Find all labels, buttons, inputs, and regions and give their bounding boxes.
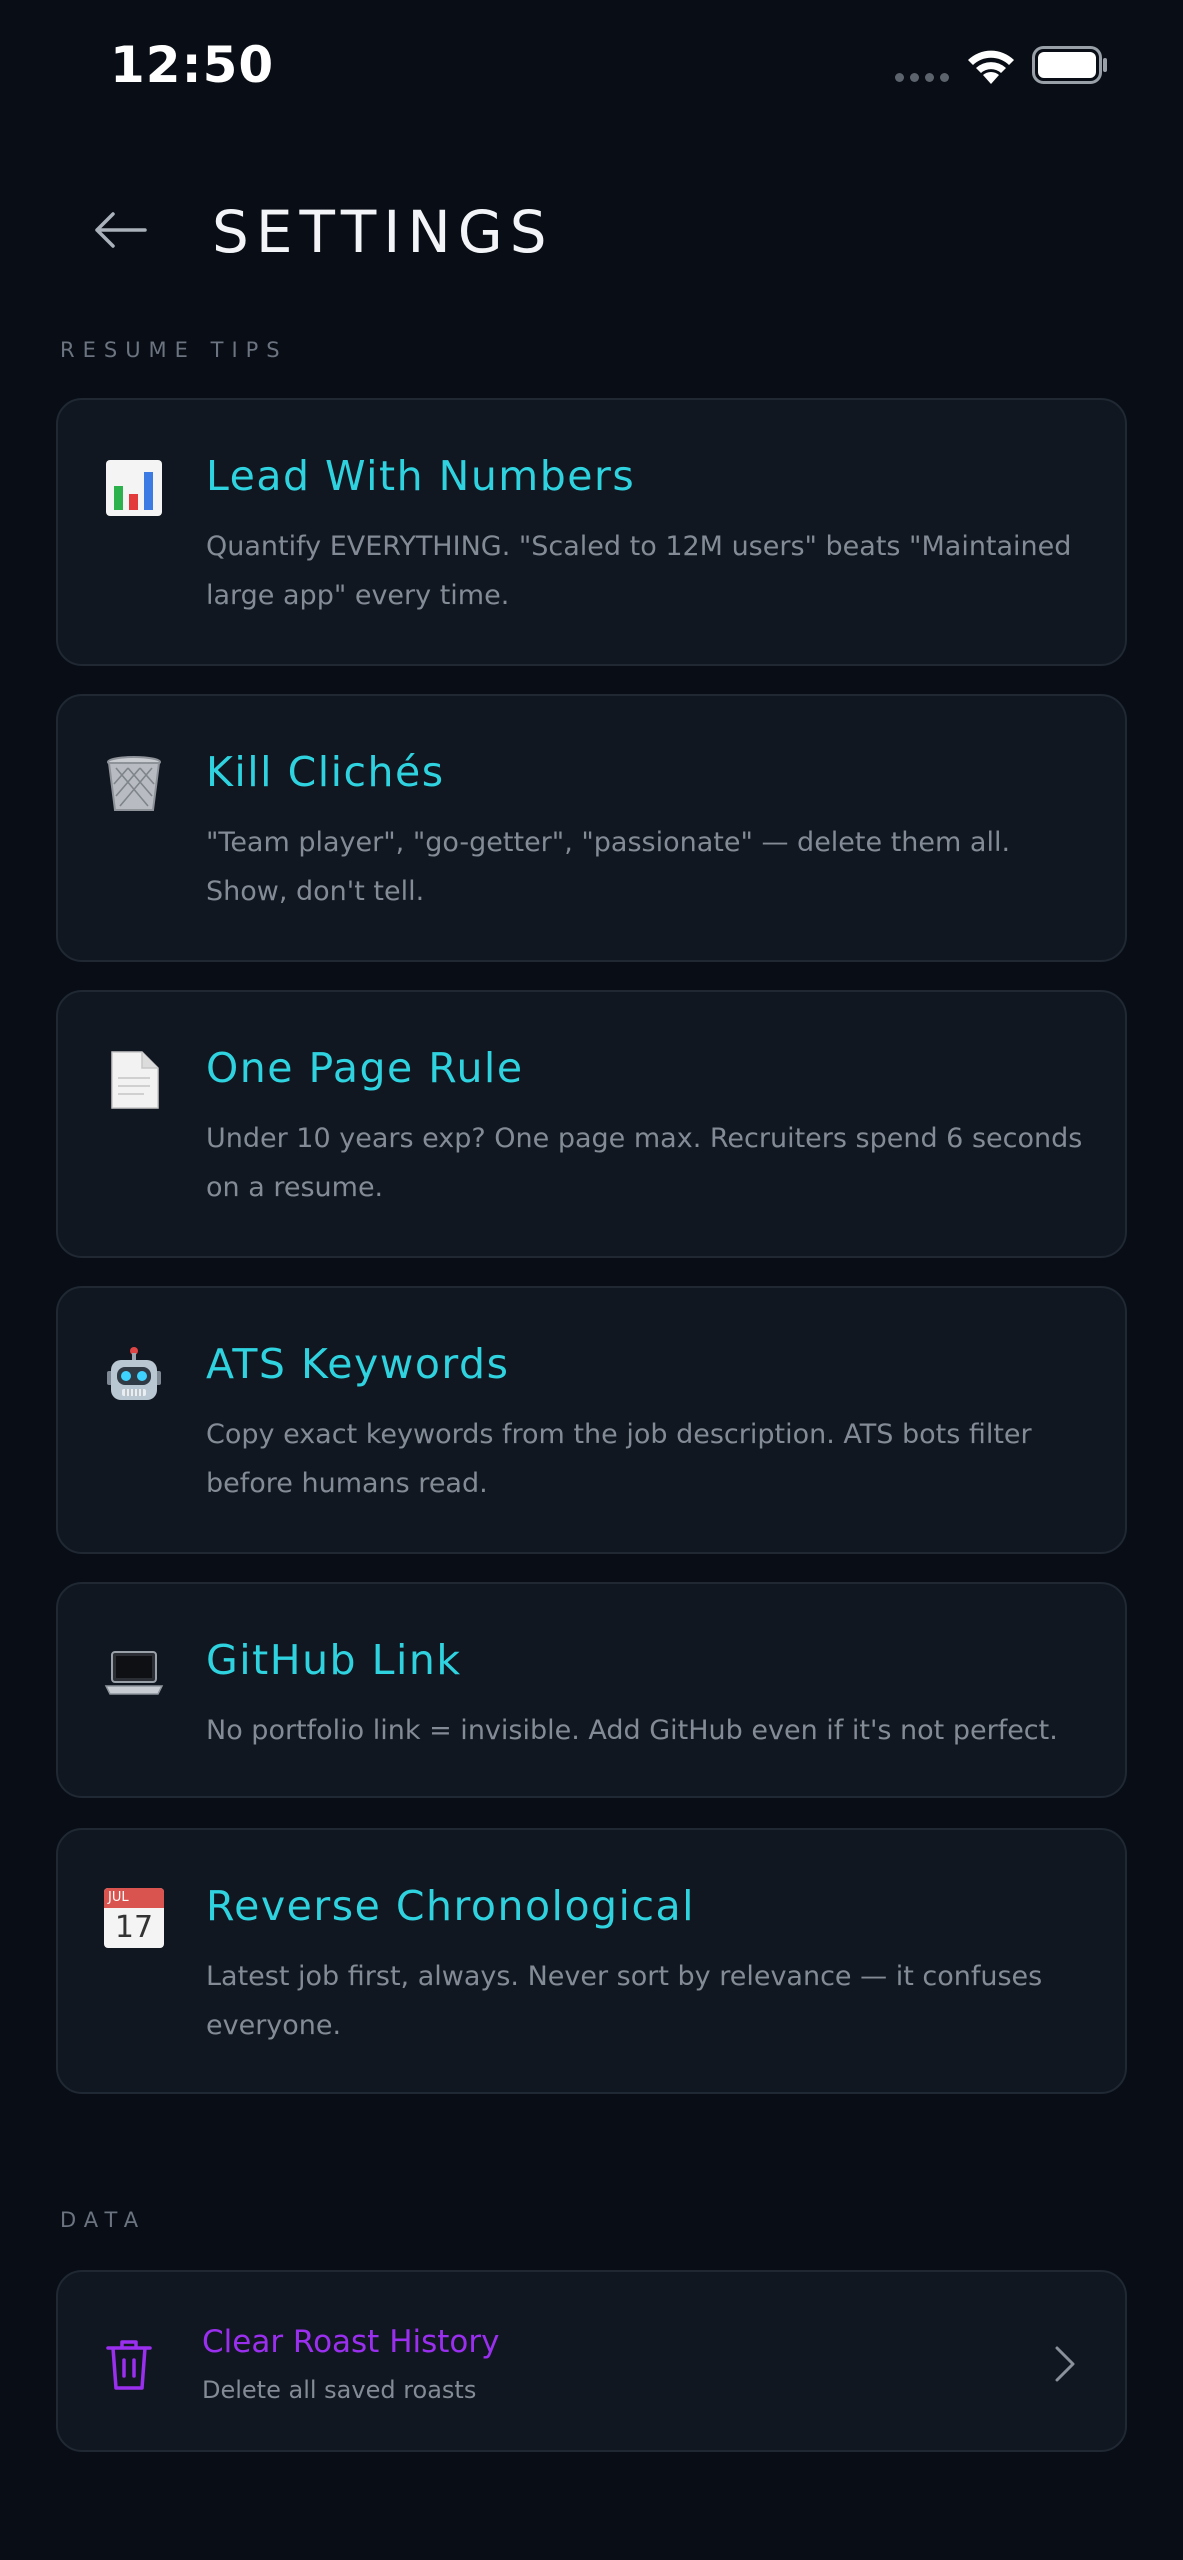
tip-description: Copy exact keywords from the job descrip… — [206, 1419, 1032, 1499]
calendar-day: 17 — [114, 1910, 154, 1945]
header: SETTINGS — [0, 180, 1183, 280]
cellular-signal-icon — [895, 73, 949, 82]
tip-description: Quantify EVERYTHING. "Scaled to 12M user… — [206, 531, 1072, 611]
tip-description: No portfolio link = invisible. Add GitHu… — [206, 1715, 1058, 1746]
clear-history-subtitle: Delete all saved roasts — [202, 2376, 477, 2404]
clear-history-title: Clear Roast History — [202, 2324, 500, 2360]
page-icon — [111, 1051, 159, 1109]
tip-title: Lead With Numbers — [206, 452, 636, 500]
robot-icon — [107, 1347, 161, 1400]
page-title: SETTINGS — [212, 198, 554, 266]
tip-title: Kill Clichés — [206, 748, 445, 796]
tip-card-lead-with-numbers: Lead With Numbers Quantify EVERYTHING. "… — [56, 398, 1127, 666]
calendar-month: JUL — [104, 1888, 164, 1908]
calendar-icon: JUL 17 — [104, 1888, 164, 1948]
wastebasket-icon — [107, 756, 161, 811]
bar-chart-icon — [106, 460, 162, 516]
tip-card-kill-cliches: Kill Clichés "Team player", "go-getter",… — [56, 694, 1127, 962]
tip-title: GitHub Link — [206, 1636, 462, 1684]
settings-screen: 12:50 SETTINGS RESUME TIPS Lead With Num… — [0, 0, 1183, 2560]
tip-card-github-link: GitHub Link No portfolio link = invisibl… — [56, 1582, 1127, 1798]
tip-description: "Team player", "go-getter", "passionate"… — [206, 827, 1011, 907]
status-bar: 12:50 — [0, 0, 1183, 135]
tip-description: Under 10 years exp? One page max. Recrui… — [206, 1123, 1083, 1203]
battery-icon — [1032, 46, 1107, 84]
arrow-left-icon — [95, 212, 147, 248]
section-label-data: DATA — [60, 2208, 147, 2232]
wifi-icon — [968, 50, 1014, 84]
tip-title: One Page Rule — [206, 1044, 524, 1092]
section-label-resume-tips: RESUME TIPS — [60, 338, 288, 362]
back-button[interactable] — [88, 202, 152, 258]
tip-card-reverse-chronological: JUL 17 Reverse Chronological Latest job … — [56, 1828, 1127, 2094]
tip-card-one-page-rule: One Page Rule Under 10 years exp? One pa… — [56, 990, 1127, 1258]
tip-title: ATS Keywords — [206, 1340, 510, 1388]
tip-description: Latest job first, always. Never sort by … — [206, 1961, 1043, 2041]
tip-card-ats-keywords: ATS Keywords Copy exact keywords from th… — [56, 1286, 1127, 1554]
chevron-right-icon — [1055, 2346, 1075, 2382]
tip-title: Reverse Chronological — [206, 1882, 696, 1930]
status-time: 12:50 — [110, 36, 275, 94]
laptop-icon — [104, 1651, 164, 1695]
clear-roast-history-button[interactable]: Clear Roast History Delete all saved roa… — [56, 2270, 1127, 2452]
trash-icon — [106, 2340, 152, 2390]
